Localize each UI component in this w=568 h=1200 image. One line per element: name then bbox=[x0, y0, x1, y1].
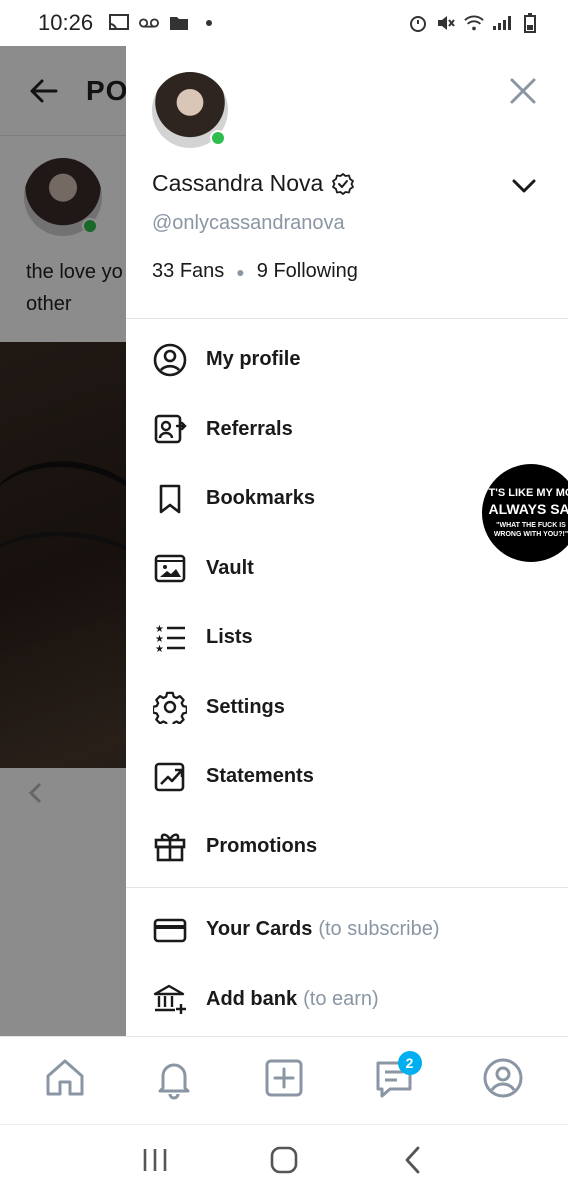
home-circle-icon bbox=[269, 1145, 299, 1180]
card-icon bbox=[152, 912, 188, 948]
sticker-line: ALWAYS SAI bbox=[488, 501, 568, 517]
user-handle: @onlycassandranova bbox=[152, 212, 345, 234]
cast-icon bbox=[109, 13, 130, 33]
vault-icon bbox=[152, 550, 188, 586]
status-bar: 10:26 bbox=[0, 0, 568, 46]
verified-badge-icon bbox=[331, 172, 355, 196]
menu-item-settings[interactable]: Settings bbox=[126, 673, 568, 743]
gear-icon bbox=[152, 689, 188, 725]
chevron-down-icon[interactable] bbox=[510, 172, 538, 200]
tab-profile[interactable] bbox=[477, 1055, 529, 1107]
online-indicator bbox=[210, 130, 226, 146]
lists-icon: ★ ★ ★ bbox=[152, 620, 188, 656]
menu-item-promotions[interactable]: Promotions bbox=[126, 812, 568, 882]
menu-item-label: Your Cards bbox=[206, 918, 313, 941]
following-label: Following bbox=[273, 260, 358, 282]
add-post-icon bbox=[262, 1056, 306, 1105]
menu-item-sublabel: (to earn) bbox=[303, 987, 379, 1010]
system-nav-bar bbox=[0, 1124, 568, 1200]
profile-icon bbox=[152, 342, 188, 378]
divider bbox=[126, 887, 568, 888]
menu-item-label: My profile bbox=[206, 348, 301, 371]
menu-item-sublabel: (to subscribe) bbox=[318, 918, 440, 941]
drawer-menu-secondary: Your Cards (to subscribe) Add bank (to e… bbox=[126, 895, 568, 1034]
folder-icon bbox=[169, 13, 189, 33]
stats-separator: ● bbox=[236, 263, 245, 280]
referrals-icon bbox=[152, 411, 188, 447]
statements-icon bbox=[152, 759, 188, 795]
battery-icon bbox=[520, 13, 540, 33]
status-time: 10:26 bbox=[38, 10, 94, 35]
profile-icon bbox=[481, 1056, 525, 1105]
divider bbox=[126, 318, 568, 319]
menu-item-statements[interactable]: Statements bbox=[126, 742, 568, 812]
following-count: 9 bbox=[256, 260, 268, 282]
back-chevron-icon bbox=[401, 1145, 425, 1180]
fans-label: Fans bbox=[179, 260, 225, 282]
status-left-icons bbox=[109, 13, 219, 33]
messages-badge: 2 bbox=[397, 1050, 422, 1075]
mute-icon bbox=[436, 13, 456, 33]
menu-item-your-cards[interactable]: Your Cards (to subscribe) bbox=[126, 895, 568, 965]
menu-item-label: Add bank bbox=[206, 987, 298, 1010]
signal-icon bbox=[492, 13, 512, 33]
gift-icon bbox=[152, 828, 188, 864]
home-icon bbox=[43, 1056, 87, 1105]
menu-item-label: Vault bbox=[206, 556, 254, 579]
tab-messages[interactable]: 2 bbox=[368, 1050, 422, 1107]
drawer-avatar[interactable] bbox=[152, 72, 228, 148]
bell-icon bbox=[152, 1056, 196, 1105]
following-link[interactable]: 9 Following bbox=[257, 260, 358, 283]
wifi-icon bbox=[464, 13, 484, 33]
sticker-line: "WHAT THE FUCK IS bbox=[496, 522, 566, 529]
user-name: Cassandra Nova bbox=[152, 170, 324, 196]
menu-item-label: Lists bbox=[206, 626, 253, 649]
user-name-row[interactable]: Cassandra Nova bbox=[152, 170, 355, 197]
status-right-icons bbox=[408, 13, 540, 33]
home-button[interactable] bbox=[264, 1143, 304, 1183]
tab-new-post[interactable] bbox=[258, 1055, 310, 1107]
dot-icon bbox=[199, 13, 219, 33]
fans-link[interactable]: 33 Fans bbox=[152, 260, 224, 283]
menu-item-lists[interactable]: ★ ★ ★ Lists bbox=[126, 603, 568, 673]
recents-icon bbox=[140, 1147, 170, 1178]
menu-item-label: Referrals bbox=[206, 417, 293, 440]
menu-item-label: Settings bbox=[206, 695, 285, 718]
tab-home[interactable] bbox=[39, 1055, 91, 1107]
tab-notifications[interactable] bbox=[148, 1055, 200, 1107]
bottom-tab-bar: 2 bbox=[0, 1036, 568, 1124]
menu-item-my-profile[interactable]: My profile bbox=[126, 325, 568, 395]
back-button[interactable] bbox=[393, 1143, 433, 1183]
user-stats: 33 Fans ● 9 Following bbox=[152, 260, 358, 283]
recents-button[interactable] bbox=[135, 1143, 175, 1183]
sticker-line: WRONG WITH YOU?!" bbox=[493, 531, 568, 538]
menu-item-referrals[interactable]: Referrals bbox=[126, 395, 568, 465]
drawer-menu-primary: My profile Referrals Bookmarks Vault ★ ★ ★… bbox=[126, 325, 568, 881]
fans-count: 33 bbox=[152, 260, 175, 282]
menu-item-label: Promotions bbox=[206, 834, 318, 857]
bank-icon bbox=[152, 981, 188, 1017]
voicemail-icon bbox=[139, 13, 160, 33]
svg-text:★: ★ bbox=[155, 644, 164, 655]
sticker-line: T'S LIKE MY MO bbox=[488, 487, 568, 499]
menu-item-add-bank[interactable]: Add bank (to earn) bbox=[126, 965, 568, 1035]
bookmark-icon bbox=[152, 481, 188, 517]
alarm-icon bbox=[408, 13, 428, 33]
menu-item-label: Statements bbox=[206, 765, 314, 788]
close-icon[interactable] bbox=[508, 76, 538, 106]
menu-item-label: Bookmarks bbox=[206, 487, 315, 510]
